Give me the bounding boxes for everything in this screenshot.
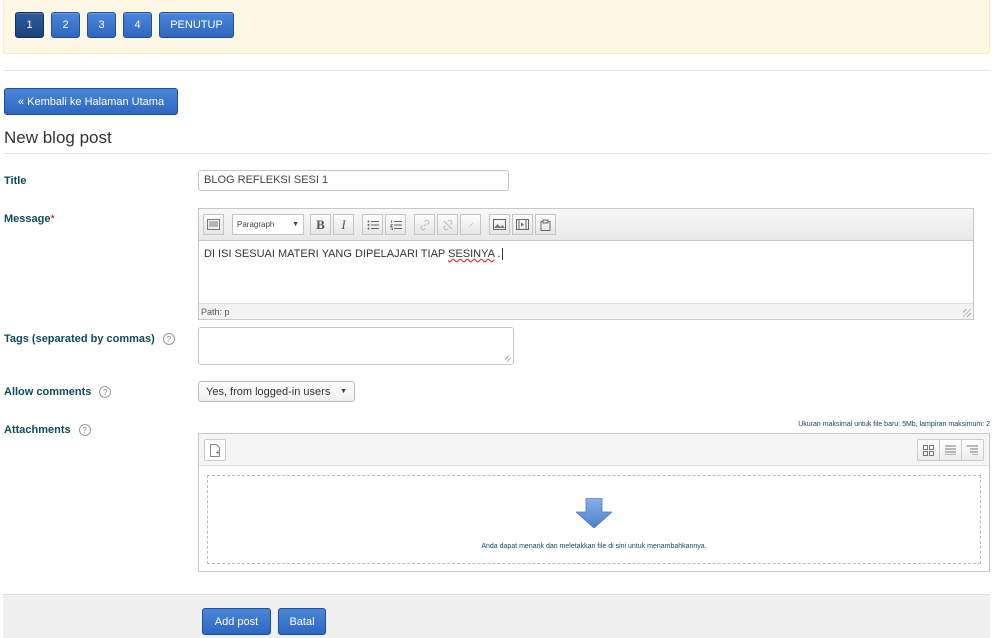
chevron-down-icon: ▼ [292, 221, 299, 228]
editor-misspelled-word: SESINYA [448, 248, 495, 260]
pager-box: 1 2 3 4 PENUTUP [3, 0, 990, 54]
help-icon[interactable]: ? [162, 333, 175, 345]
add-post-button[interactable]: Add post [202, 608, 271, 635]
attachments-label: Attachments ? [4, 424, 91, 436]
editor-path-bar: Path: p [199, 303, 973, 319]
allow-comments-select[interactable]: Yes, from logged-in users ▼ [198, 381, 355, 402]
required-mark: * [50, 213, 55, 225]
tags-textarea[interactable] [198, 327, 514, 365]
editor-toolbar: Paragraph ▼ B I [199, 209, 973, 241]
paste-icon[interactable] [535, 214, 556, 235]
back-to-home-button[interactable]: « Kembali ke Halaman Utama [4, 88, 178, 115]
tags-label: Tags (separated by commas) ? [4, 333, 175, 345]
link-icon[interactable] [414, 214, 435, 235]
allow-comments-label: Allow comments ? [4, 386, 112, 398]
chevron-down-icon: ▼ [340, 388, 347, 395]
form-footer [3, 594, 990, 638]
file-manager-toolbar [199, 434, 989, 466]
max-size-note: Ukuran maksimal untuk file baru: 5Mb, la… [798, 421, 990, 428]
anchor-icon[interactable] [460, 214, 481, 235]
list-view-icon[interactable] [939, 439, 962, 461]
title-divider [3, 153, 990, 154]
drop-instructions: Anda dapat menarik dan meletakkan file d… [481, 543, 707, 550]
attachments-label-text: Attachments [4, 424, 71, 436]
format-select[interactable]: Paragraph ▼ [232, 214, 304, 235]
title-input[interactable]: BLOG REFLEKSI SESI 1 [198, 170, 509, 191]
file-manager: Anda dapat menarik dan meletakkan file d… [198, 433, 990, 572]
text-cursor [501, 248, 503, 260]
title-label-text: Title [4, 175, 27, 187]
tags-label-text: Tags (separated by commas) [4, 333, 155, 345]
add-file-icon[interactable] [204, 439, 226, 461]
page-navigation: 1 2 3 4 PENUTUP [15, 12, 234, 38]
cancel-button[interactable]: Batal [278, 608, 326, 635]
drop-arrow-icon [576, 498, 612, 528]
page-4-button[interactable]: 4 [123, 12, 152, 38]
close-button[interactable]: PENUTUP [159, 12, 234, 38]
tree-view-icon[interactable] [961, 439, 984, 461]
bold-icon[interactable]: B [310, 214, 331, 235]
image-icon[interactable] [489, 214, 510, 235]
editor-text: DI ISI SESUAI MATERI YANG DIPELAJARI TIA… [204, 248, 449, 260]
divider [3, 70, 990, 71]
editor-path: Path: p [201, 307, 230, 317]
editor-text-end: . [494, 248, 501, 260]
message-editor: Paragraph ▼ B I DI ISI SESUAI MATERI YAN… [198, 208, 974, 320]
page-3-button[interactable]: 3 [87, 12, 116, 38]
editor-content[interactable]: DI ISI SESUAI MATERI YANG DIPELAJARI TIA… [199, 241, 973, 303]
page-1-button[interactable]: 1 [15, 12, 44, 38]
ordered-list-icon[interactable] [385, 214, 406, 235]
view-switcher [917, 439, 984, 461]
page-title: New blog post [4, 128, 112, 147]
media-icon[interactable] [512, 214, 533, 235]
unlink-icon[interactable] [437, 214, 458, 235]
icon-view-icon[interactable] [917, 439, 940, 461]
file-drop-zone[interactable]: Anda dapat menarik dan meletakkan file d… [207, 475, 981, 564]
page-2-button[interactable]: 2 [51, 12, 80, 38]
resize-grip-icon[interactable] [963, 309, 971, 317]
toggle-toolbar-icon[interactable] [203, 214, 224, 235]
help-icon[interactable]: ? [99, 386, 112, 398]
format-select-value: Paragraph [237, 220, 275, 229]
message-label: Message * [4, 213, 55, 225]
allow-comments-value: Yes, from logged-in users [206, 385, 331, 398]
message-label-text: Message [4, 213, 51, 225]
italic-icon[interactable]: I [333, 214, 354, 235]
allow-comments-label-text: Allow comments [4, 386, 92, 398]
title-label: Title [4, 175, 26, 187]
unordered-list-icon[interactable] [362, 214, 383, 235]
help-icon[interactable]: ? [78, 424, 91, 436]
